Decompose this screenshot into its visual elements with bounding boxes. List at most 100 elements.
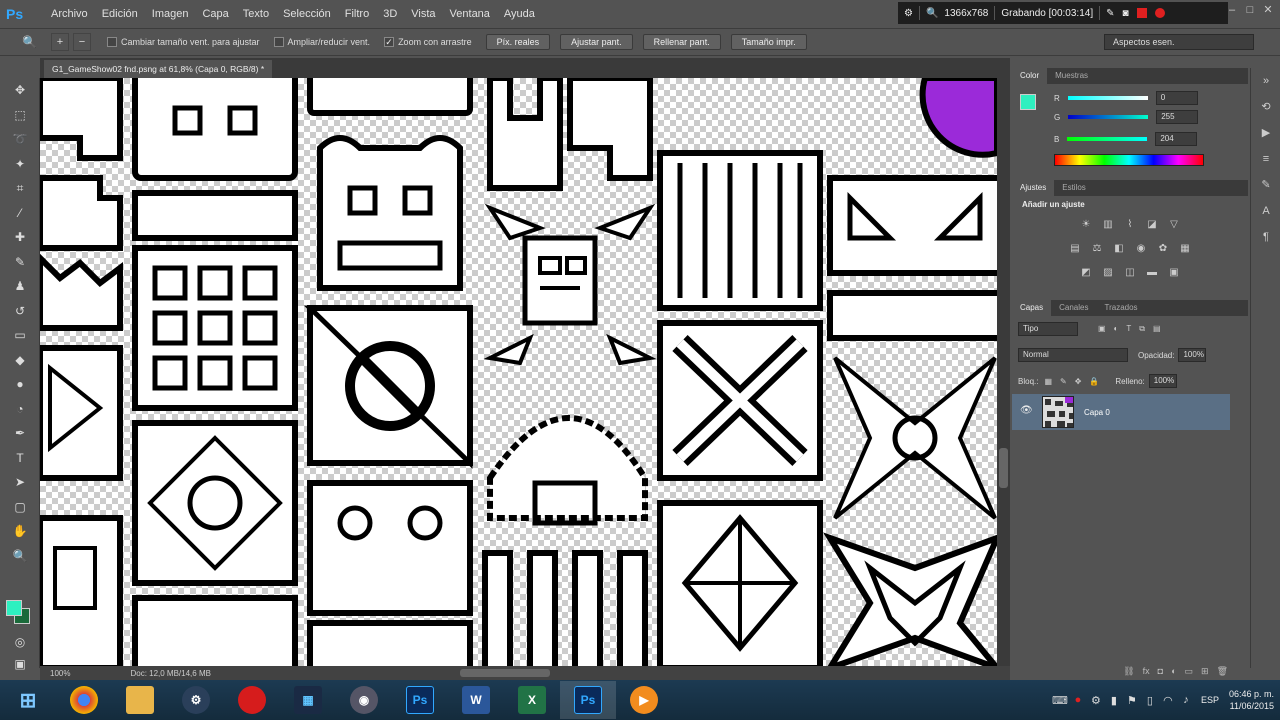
channel-mixer-icon[interactable]: ✿ [1156, 242, 1170, 256]
close-icon[interactable]: ✕ [1260, 2, 1276, 18]
color-spectrum[interactable] [1054, 154, 1204, 166]
start-button[interactable]: ⊞ [0, 681, 56, 719]
link-icon[interactable]: ⛓ [1123, 666, 1134, 680]
stop-record-icon[interactable] [1136, 8, 1147, 18]
scrubby-zoom-option[interactable]: ✓ Zoom con arrastre [384, 37, 472, 47]
eyedropper-tool-icon[interactable]: ⁄ [0, 201, 40, 226]
tab-adjustments[interactable]: Ajustes [1012, 180, 1055, 196]
menu-archivo[interactable]: Archivo [44, 0, 95, 28]
taskbar-word[interactable]: W [448, 681, 504, 719]
rectangle-tool-icon[interactable]: ▢ [0, 495, 40, 520]
fill-input[interactable]: 100% [1148, 374, 1177, 388]
taskbar-media-player[interactable]: ▶ [616, 681, 672, 719]
history-brush-tool-icon[interactable]: ↺ [0, 299, 40, 324]
clock[interactable]: 06:46 p. m. 11/06/2015 [1229, 688, 1274, 712]
checkmark-icon[interactable]: ✓ [384, 37, 395, 47]
magic-wand-tool-icon[interactable]: ✦ [0, 152, 40, 177]
menu-texto[interactable]: Texto [236, 0, 276, 28]
tab-styles[interactable]: Estilos [1054, 180, 1094, 196]
tab-paths[interactable]: Trazados [1096, 300, 1145, 316]
paint-bucket-tool-icon[interactable]: ◆ [0, 348, 40, 373]
menu-seleccion[interactable]: Selección [276, 0, 338, 28]
layer-name[interactable]: Capa 0 [1084, 408, 1110, 417]
posterize-icon[interactable]: ▨ [1101, 266, 1115, 280]
maximize-icon[interactable]: □ [1242, 2, 1258, 18]
eraser-tool-icon[interactable]: ▭ [0, 323, 40, 348]
healing-brush-tool-icon[interactable]: ✚ [0, 225, 40, 250]
minimize-icon[interactable]: – [1224, 2, 1240, 18]
zoom-all-windows-option[interactable]: Ampliar/reducir vent. [273, 37, 370, 47]
gradient-map-icon[interactable]: ▬ [1145, 266, 1159, 280]
type-tool-icon[interactable]: T [0, 446, 40, 471]
horizontal-scroll-thumb[interactable] [460, 669, 550, 677]
collapse-icon[interactable]: » [1251, 68, 1280, 94]
panel-foreground-swatch[interactable] [1020, 94, 1036, 110]
flag-icon[interactable]: ⚑ [1123, 694, 1141, 707]
paragraph-icon[interactable]: ¶ [1251, 224, 1280, 250]
volume-icon[interactable]: ♪ [1177, 694, 1195, 706]
canvas[interactable] [40, 78, 997, 666]
vertical-scroll-thumb[interactable] [999, 448, 1008, 488]
taskbar-explorer[interactable] [112, 681, 168, 719]
taskbar-photoshop-2[interactable]: Ps [560, 681, 616, 719]
tab-swatches[interactable]: Muestras [1047, 68, 1096, 84]
layer-filter-select[interactable]: Tipo [1018, 322, 1078, 336]
actual-pixels-button[interactable]: Píx. reales [485, 34, 551, 50]
checkbox-icon[interactable] [273, 37, 284, 47]
clone-stamp-tool-icon[interactable]: ♟ [0, 274, 40, 299]
invert-icon[interactable]: ◩ [1079, 266, 1093, 280]
settings-icon[interactable]: ⚙ [904, 8, 913, 19]
record-tray-icon[interactable]: ● [1069, 694, 1087, 706]
dodge-tool-icon[interactable]: ◔ [0, 397, 40, 422]
blue-value-input[interactable]: 204 [1155, 132, 1198, 146]
workspace-select[interactable]: Aspectos esen. [1104, 34, 1254, 50]
screen-mode-icon[interactable]: ▣ [0, 652, 40, 677]
menu-filtro[interactable]: Filtro [338, 0, 376, 28]
menu-edicion[interactable]: Edición [95, 0, 145, 28]
selective-color-icon[interactable]: ▣ [1167, 266, 1181, 280]
menu-vista[interactable]: Vista [404, 0, 442, 28]
network-icon[interactable]: ▮ [1105, 694, 1123, 707]
taskbar-media[interactable]: ◉ [336, 681, 392, 719]
taskbar-chrome[interactable] [56, 681, 112, 719]
vertical-scrollbar[interactable] [997, 78, 1010, 666]
document-tab[interactable]: G1_GameShow02 fnd.psng at 61,8% (Capa 0,… [44, 60, 273, 78]
checkbox-icon[interactable] [106, 37, 117, 47]
curves-icon[interactable]: ⌇ [1123, 218, 1137, 232]
menu-imagen[interactable]: Imagen [145, 0, 196, 28]
green-value-input[interactable]: 255 [1156, 110, 1199, 124]
taskbar-video-editor[interactable]: ▦ [280, 681, 336, 719]
character-icon[interactable]: A [1251, 198, 1280, 224]
brush-panel-icon[interactable]: ✎ [1251, 172, 1280, 198]
lock-icons[interactable]: ▦✎✥🔒 [1044, 377, 1107, 386]
steam-tray-icon[interactable]: ⚙ [1087, 694, 1105, 707]
pencil-icon[interactable]: ✎ [1106, 8, 1114, 19]
color-lookup-icon[interactable]: ▦ [1178, 242, 1192, 256]
tab-channels[interactable]: Canales [1051, 300, 1096, 316]
opacity-input[interactable]: 100% [1178, 348, 1207, 362]
language-indicator[interactable]: ESP [1201, 695, 1219, 705]
trash-icon[interactable]: 🗑 [1217, 666, 1228, 680]
crop-tool-icon[interactable]: ⌗ [0, 176, 40, 201]
color-balance-icon[interactable]: ⚖ [1090, 242, 1104, 256]
print-size-button[interactable]: Tamaño impr. [730, 34, 807, 50]
zoom-in-icon[interactable]: + [50, 33, 69, 51]
red-slider[interactable] [1067, 96, 1148, 100]
menu-ayuda[interactable]: Ayuda [497, 0, 542, 28]
lasso-tool-icon[interactable]: ➰ [0, 127, 40, 152]
blue-slider[interactable] [1067, 137, 1148, 141]
threshold-icon[interactable]: ◫ [1123, 266, 1137, 280]
zoom-out-icon[interactable]: − [72, 33, 91, 51]
zoom-tool-icon[interactable]: 🔍 [0, 544, 40, 569]
green-slider[interactable] [1068, 115, 1149, 119]
new-layer-icon[interactable]: ⊞ [1201, 666, 1209, 680]
adjustment-layer-icon[interactable]: ◐ [1171, 666, 1176, 680]
wifi-icon[interactable]: ◠ [1159, 694, 1177, 707]
levels-icon[interactable]: ▥ [1101, 218, 1115, 232]
zoom-level[interactable]: 100% [50, 669, 70, 678]
menu-ventana[interactable]: Ventana [443, 0, 497, 28]
taskbar-excel[interactable]: X [504, 681, 560, 719]
layer-filter-icons[interactable]: ▣◐T⧉▤ [1098, 324, 1169, 334]
hand-tool-icon[interactable]: ✋ [0, 519, 40, 544]
taskbar-steam[interactable]: ⚙ [168, 681, 224, 719]
